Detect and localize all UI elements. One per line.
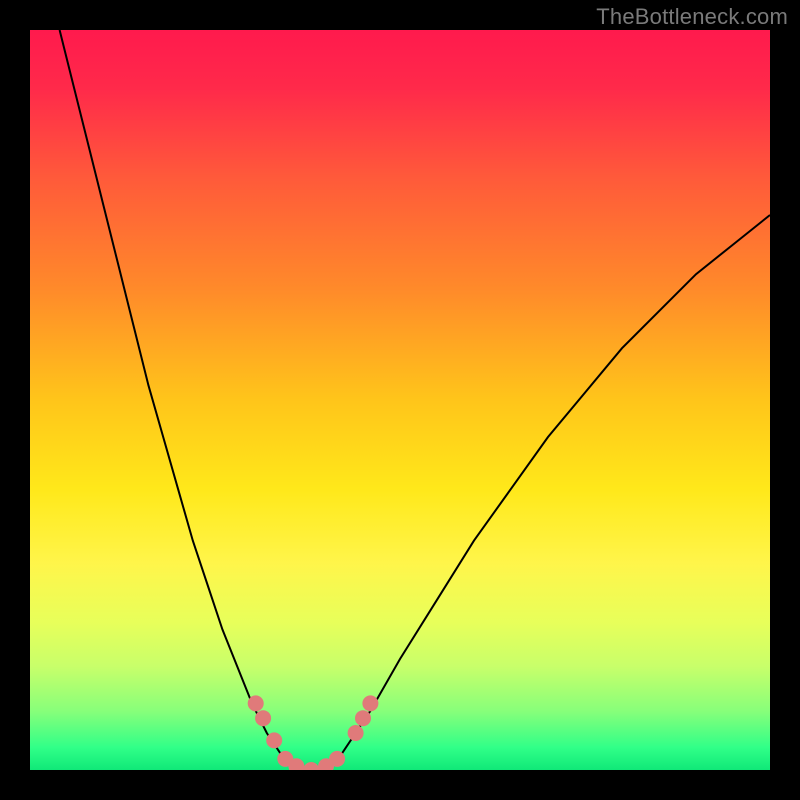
marker-dot — [355, 710, 371, 726]
bottleneck-chart — [30, 30, 770, 770]
chart-frame: TheBottleneck.com — [0, 0, 800, 800]
marker-dot — [266, 732, 282, 748]
marker-dot — [362, 695, 378, 711]
watermark-text: TheBottleneck.com — [596, 4, 788, 30]
marker-dot — [255, 710, 271, 726]
plot-area — [30, 30, 770, 770]
marker-dot — [329, 751, 345, 767]
marker-dot — [348, 725, 364, 741]
marker-dot — [248, 695, 264, 711]
